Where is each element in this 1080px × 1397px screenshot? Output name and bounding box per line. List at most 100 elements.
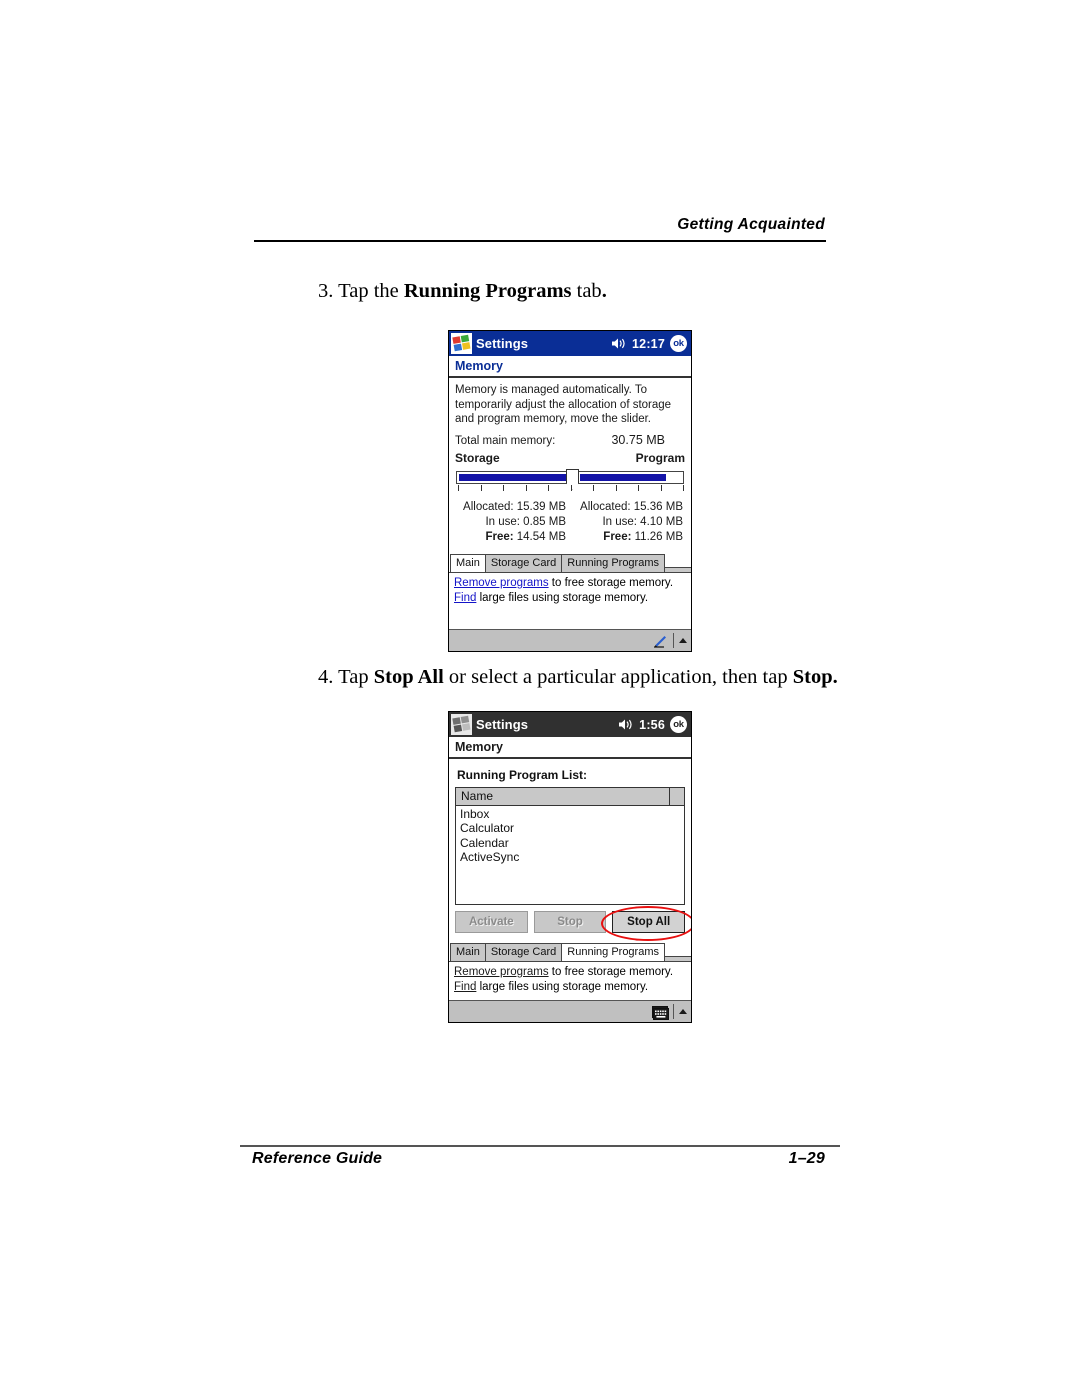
titlebar-clock[interactable]: 12:17 [632,337,665,351]
find-line: Find large files using storage memory. [454,591,686,606]
total-main-memory-value: 30.75 MB [611,432,665,447]
titlebar-clock[interactable]: 1:56 [639,718,665,732]
memory-tab-strip: Main Storage Card Running Programs [449,553,691,573]
column-header-spacer [670,788,684,805]
step-3-bold-term: Running Programs [403,280,572,302]
footer-divider [240,1145,840,1147]
list-item[interactable]: Inbox [460,807,684,822]
program-inuse-label: In use: [602,515,637,528]
app-header-memory: Memory [449,737,691,759]
list-item[interactable]: ActiveSync [460,850,684,865]
program-inuse-value: 4.10 MB [640,515,683,528]
tab-strip-filler [664,956,691,961]
tab-main[interactable]: Main [450,553,486,572]
find-line: Find large files using storage memory. [454,980,686,995]
app-header-memory: Memory [449,356,691,378]
storage-allocated-row: Allocated: 15.39 MB [455,500,566,515]
slider-tick-marks [458,484,684,493]
memory-description-line-3: and program memory, move the slider. [455,413,652,425]
column-header-name[interactable]: Name [456,787,670,805]
program-label: Program [635,451,685,465]
speaker-icon[interactable] [618,718,634,731]
remove-programs-link[interactable]: Remove programs [454,966,549,978]
memory-allocation-slider[interactable] [456,468,684,495]
find-text: large files using storage memory. [476,591,649,604]
step-4-bold-stop-all: Stop All [373,666,444,688]
program-inuse-row: In use: 4.10 MB [572,515,683,530]
soft-input-bar [449,629,691,651]
program-free-value: 11.26 MB [634,530,683,543]
pencil-icon[interactable] [653,633,668,648]
remove-programs-text: to free storage memory. [548,966,674,978]
step-3-number: 3. [318,280,334,302]
titlebar-status-area: 1:56 ok [618,716,687,733]
storage-memory-column: Allocated: 15.39 MB In use: 0.85 MB Free… [455,500,572,545]
running-program-listbox[interactable]: Name Inbox Calculator Calendar ActiveSyn… [455,786,685,905]
memory-help-links: Remove programs to free storage memory. … [449,962,691,998]
storage-label: Storage [455,451,500,465]
program-allocated-value: 15.36 MB [633,500,683,513]
remove-programs-line: Remove programs to free storage memory. [454,576,686,591]
stop-all-button[interactable]: Stop All [612,910,686,933]
step-3-period: . [601,280,607,302]
total-main-memory-label: Total main memory: [455,434,556,447]
running-header: Getting Acquainted [677,216,825,233]
tab-running-programs[interactable]: Running Programs [561,943,665,961]
activate-button[interactable]: Activate [455,910,528,933]
running-programs-body: Running Program List: Name Inbox Calcula… [449,759,691,941]
titlebar-status-area: 12:17 ok [611,335,687,352]
memory-description: Memory is managed automatically. To temp… [455,383,685,427]
titlebar-app-name: Settings [476,717,529,732]
titlebar: Settings 12:17 ok [449,331,691,356]
windows-logo-icon [451,333,472,354]
tab-storage-card[interactable]: Storage Card [484,943,563,961]
remove-programs-link[interactable]: Remove programs [454,577,549,589]
slider-labels-row: Storage Program [455,451,685,466]
ok-button[interactable]: ok [670,335,687,352]
slider-fill-program [580,473,666,481]
step-3-instruction: 3. Tap the Running Programs tab. [318,280,607,303]
program-free-row: Free: 11.26 MB [572,530,683,545]
toolbar-divider [673,1004,674,1019]
footer-page-number: 1–29 [788,1150,825,1167]
step-4-text-mid: or select a particular application, then… [443,666,793,688]
windows-logo-icon [451,714,472,735]
header-divider [254,240,826,242]
memory-tab-strip: Main Storage Card Running Programs [449,943,691,962]
titlebar: Settings 1:56 ok [449,712,691,737]
memory-figures: Allocated: 15.39 MB In use: 0.85 MB Free… [455,500,685,545]
step-3-text-after: tab [571,280,602,302]
storage-inuse-value: 0.85 MB [523,515,566,528]
tab-running-programs[interactable]: Running Programs [561,553,665,572]
program-list-items: Inbox Calculator Calendar ActiveSync [456,806,684,865]
speaker-icon[interactable] [611,337,627,350]
up-arrow-icon[interactable] [679,638,687,643]
titlebar-app-name: Settings [476,336,529,351]
find-link[interactable]: Find [454,592,476,604]
storage-free-value: 14.54 MB [516,530,566,543]
storage-allocated-value: 15.39 MB [516,500,566,513]
tab-storage-card[interactable]: Storage Card [484,553,563,572]
program-allocated-label: Allocated: [580,500,631,513]
step-4-text-before: Tap [338,666,374,688]
tab-main[interactable]: Main [450,943,486,961]
toolbar-divider [673,633,674,648]
soft-input-bar [449,1000,691,1022]
find-link[interactable]: Find [454,981,476,993]
find-text: large files using storage memory. [476,981,649,993]
step-4-instruction: 4. Tap Stop All or select a particular a… [318,666,838,689]
memory-main-body: Memory is managed automatically. To temp… [449,378,691,545]
keyboard-icon[interactable] [652,1005,669,1020]
ok-button[interactable]: ok [670,716,687,733]
stop-button[interactable]: Stop [533,910,607,933]
listbox-header-row: Name [456,787,684,806]
up-arrow-icon[interactable] [679,1009,687,1014]
pda-screenshot-memory-main: Settings 12:17 ok Memory Memory is manag… [448,330,692,652]
program-memory-column: Allocated: 15.36 MB In use: 4.10 MB Free… [572,500,685,545]
step-4-number: 4. [318,666,334,688]
memory-help-links: Remove programs to free storage memory. … [449,572,691,609]
storage-inuse-row: In use: 0.85 MB [455,515,566,530]
list-item[interactable]: Calculator [460,821,684,836]
list-item[interactable]: Calendar [460,836,684,851]
remove-programs-line: Remove programs to free storage memory. [454,965,686,980]
